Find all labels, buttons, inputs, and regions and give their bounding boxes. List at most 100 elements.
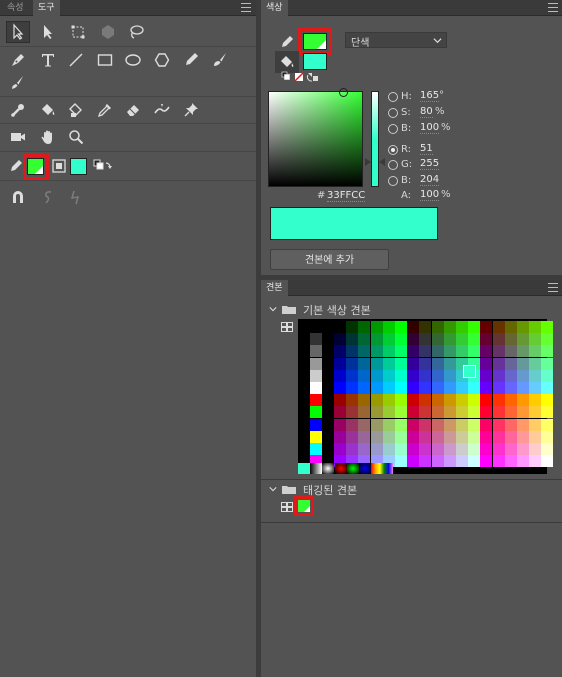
swatch-cell[interactable] — [382, 430, 395, 443]
swatch-cell[interactable] — [395, 357, 407, 370]
swatch-cell[interactable] — [370, 406, 383, 419]
swatch-cell[interactable] — [492, 430, 505, 443]
swatch-cell[interactable] — [468, 406, 481, 419]
zoom-tool[interactable] — [64, 126, 88, 148]
swatch-cell[interactable] — [334, 430, 346, 443]
alpha-value[interactable]: 100 — [420, 189, 440, 201]
swatch-cell[interactable] — [370, 369, 383, 382]
swatch-cell[interactable] — [492, 321, 505, 333]
swatch-cell[interactable] — [419, 418, 432, 431]
swatch-cell[interactable] — [468, 333, 481, 346]
swatch-cell[interactable] — [419, 455, 432, 468]
swatch-cell[interactable] — [431, 418, 444, 431]
hue-slider[interactable] — [371, 91, 379, 187]
swatch-cell[interactable] — [419, 333, 432, 346]
tab-swatches[interactable]: 견본 — [261, 280, 288, 296]
swatch-cell[interactable] — [310, 357, 322, 370]
gradient-swatch[interactable] — [346, 463, 359, 474]
swatch-cell[interactable] — [334, 333, 346, 346]
panel-menu-icon[interactable] — [548, 283, 558, 292]
swatch-cell[interactable] — [492, 369, 505, 382]
chevron-down-icon[interactable] — [269, 305, 277, 313]
swatch-cell[interactable] — [480, 430, 493, 443]
swatch-cell[interactable] — [517, 455, 529, 468]
swatch-cell[interactable] — [358, 382, 371, 394]
swatch-cell[interactable] — [529, 369, 542, 382]
swatch-cell[interactable] — [443, 406, 456, 419]
swatch-cell[interactable] — [468, 418, 481, 431]
swatch-cell[interactable] — [517, 443, 529, 455]
saturation-radio[interactable] — [388, 108, 398, 118]
swatch-cell[interactable] — [431, 333, 444, 346]
swatch-cell[interactable] — [541, 443, 554, 455]
swatch-cell[interactable] — [468, 430, 481, 443]
swatch-cell[interactable] — [358, 357, 371, 370]
lasso-tool[interactable] — [124, 21, 148, 43]
brush-tool[interactable] — [6, 72, 30, 94]
swatch-cell[interactable] — [370, 418, 383, 431]
swatch-cell[interactable] — [358, 430, 371, 443]
swatch-cell[interactable] — [431, 321, 444, 333]
swatch-cell[interactable] — [419, 430, 432, 443]
swatch-cell[interactable] — [456, 406, 468, 419]
swatch-cell[interactable] — [456, 455, 468, 468]
swatch-cell[interactable] — [541, 357, 554, 370]
swatch-cell[interactable] — [395, 382, 407, 394]
subselection-tool[interactable] — [36, 21, 60, 43]
green-radio[interactable] — [388, 160, 398, 170]
swatch-cell[interactable] — [480, 369, 493, 382]
swatch-cell[interactable] — [431, 357, 444, 370]
smooth-tool[interactable] — [36, 186, 60, 208]
line-tool[interactable] — [64, 49, 88, 71]
swatch-cell[interactable] — [419, 321, 432, 333]
swatch-cell[interactable] — [529, 333, 542, 346]
swatch-cell[interactable] — [504, 345, 517, 358]
swatch-cell[interactable] — [407, 406, 420, 419]
swatch-cell[interactable] — [334, 321, 346, 333]
swatch-cell[interactable] — [419, 369, 432, 382]
width-tool[interactable] — [150, 99, 174, 121]
swatch-cell[interactable] — [492, 357, 505, 370]
swatch-cell[interactable] — [334, 394, 346, 407]
swatch-cell[interactable] — [346, 430, 359, 443]
swatch-cell[interactable] — [358, 443, 371, 455]
gradient-swatch[interactable] — [310, 463, 323, 474]
swatch-cell[interactable] — [431, 406, 444, 419]
swatch-cell[interactable] — [358, 333, 371, 346]
swatch-cell[interactable] — [517, 357, 529, 370]
tab-color[interactable]: 색상 — [261, 0, 288, 16]
swatch-cell[interactable] — [370, 443, 383, 455]
swatch-cell[interactable] — [443, 455, 456, 468]
hand-tool[interactable] — [36, 126, 60, 148]
swatch-cell[interactable] — [358, 345, 371, 358]
swatch-cell[interactable] — [480, 321, 493, 333]
swatch-cell[interactable] — [370, 321, 383, 333]
swatch-cell[interactable] — [517, 321, 529, 333]
swatch-cell[interactable] — [382, 345, 395, 358]
bone-tool[interactable] — [6, 99, 30, 121]
gradient-swatch[interactable] — [359, 463, 371, 474]
swatch-cell[interactable] — [443, 321, 456, 333]
swatch-cell[interactable] — [504, 369, 517, 382]
swatch-cell[interactable] — [370, 394, 383, 407]
swatch-cell[interactable] — [407, 369, 420, 382]
swatch-cell[interactable] — [310, 418, 322, 431]
group-default-title[interactable]: 기본 색상 견본 — [303, 302, 371, 318]
swatch-cell[interactable] — [504, 321, 517, 333]
swatch-cell[interactable] — [407, 333, 420, 346]
swatch-cell[interactable] — [492, 455, 505, 468]
snap-to-objects-tool[interactable] — [6, 186, 30, 208]
swatch-cell[interactable] — [480, 345, 493, 358]
swatch-cell[interactable] — [529, 382, 542, 394]
swatch-cell[interactable] — [310, 333, 322, 346]
swatch-cell[interactable] — [310, 430, 322, 443]
swatch-cell[interactable] — [504, 357, 517, 370]
swatch-cell[interactable] — [492, 418, 505, 431]
swatch-cell[interactable] — [431, 394, 444, 407]
red-radio[interactable] — [388, 145, 398, 155]
tab-properties[interactable]: 속성 — [2, 0, 29, 16]
swatch-cell[interactable] — [310, 382, 322, 394]
swap-colors-tool[interactable] — [90, 155, 118, 177]
swatch-cell[interactable] — [310, 345, 322, 358]
swatch-cell[interactable] — [346, 333, 359, 346]
